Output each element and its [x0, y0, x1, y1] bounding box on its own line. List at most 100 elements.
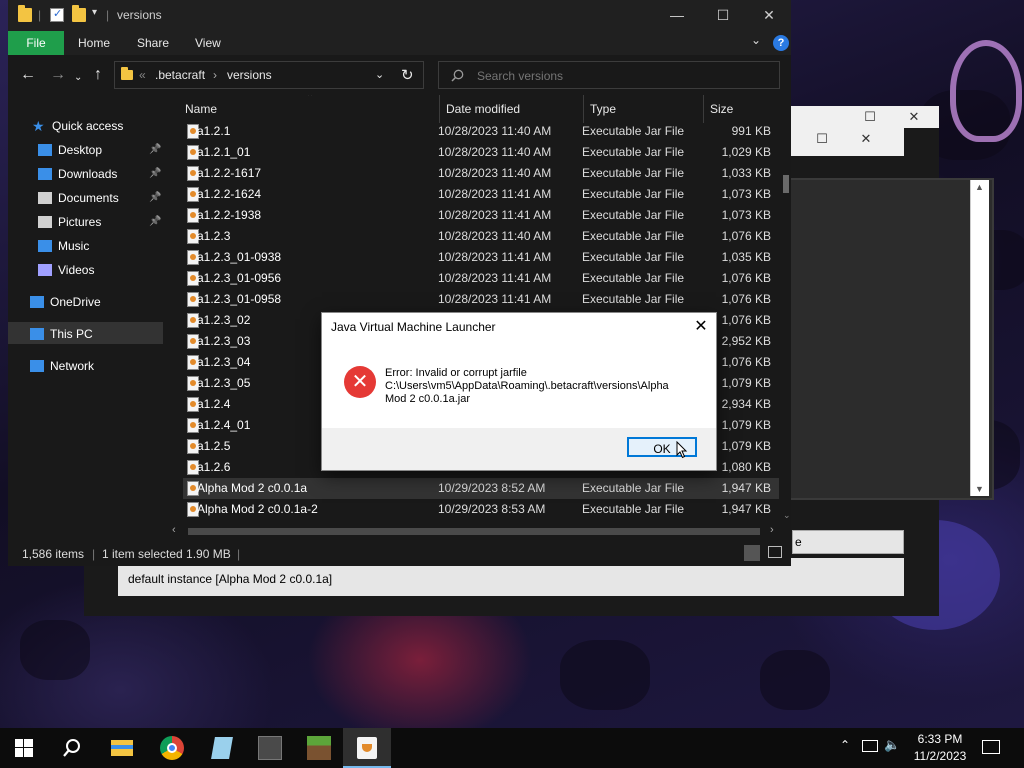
scroll-thumb[interactable]: [783, 175, 789, 193]
expand-ribbon-icon[interactable]: ⌄: [751, 33, 761, 47]
column-divider[interactable]: [703, 95, 704, 123]
show-hidden-icons-icon[interactable]: ⌃: [840, 738, 850, 752]
address-dropdown-icon[interactable]: ⌄: [375, 68, 384, 81]
notepad-icon[interactable]: [198, 728, 246, 768]
search-icon[interactable]: [48, 728, 96, 768]
help-icon[interactable]: ?: [773, 35, 789, 51]
java-icon[interactable]: [343, 728, 391, 768]
pin-icon[interactable]: 📌: [149, 211, 161, 233]
refresh-icon[interactable]: ↻: [401, 66, 414, 84]
maximize-icon[interactable]: ☐: [850, 106, 890, 128]
network-icon[interactable]: [862, 740, 878, 752]
minimize-icon[interactable]: —: [654, 0, 700, 31]
navigation-pane: ★ Quick access Desktop 📌 Downloads 📌 Documents…: [8, 95, 166, 540]
file-row[interactable]: a1.2.3_01-0958 10/28/2023 11:41 AM Executa…: [183, 289, 779, 310]
file-name: a1.2.6: [197, 460, 231, 474]
file-row[interactable]: a1.2.3_01-0938 10/28/2023 11:41 AM Executa…: [183, 247, 779, 268]
file-name: a1.2.4: [197, 397, 231, 411]
sidebar-item[interactable]: Desktop 📌: [38, 139, 163, 161]
close-icon[interactable]: ✕: [746, 0, 792, 31]
file-size: 2,952 KB: [721, 334, 771, 348]
file-row[interactable]: a1.2.3_01-0956 10/28/2023 11:41 AM Executa…: [183, 268, 779, 289]
launcher-scrollbar[interactable]: ▲ ▼: [970, 180, 989, 496]
file-row[interactable]: a1.2.2-1938 10/28/2023 11:41 AM Executable…: [183, 205, 779, 226]
breadcrumb-betacraft[interactable]: .betacraft: [155, 68, 205, 82]
file-row[interactable]: Alpha Mod 2 c0.0.1a-2 10/29/2023 8:53 AM E…: [183, 499, 779, 520]
sidebar-item[interactable]: Videos: [38, 259, 163, 281]
launcher-button[interactable]: e: [792, 530, 904, 554]
volume-muted-icon[interactable]: 🔈: [884, 737, 900, 753]
column-header-date[interactable]: Date modified: [446, 102, 520, 116]
file-row[interactable]: Alpha Mod 2 c0.0.1a 10/29/2023 8:52 AM Exe…: [183, 478, 779, 499]
sidebar-item[interactable]: ★ Quick access: [32, 115, 163, 137]
address-bar[interactable]: « .betacraft › versions ⌄ ↻: [114, 61, 424, 89]
close-icon[interactable]: ✕: [846, 128, 886, 150]
maximize-icon[interactable]: ☐: [802, 128, 842, 150]
scroll-thumb[interactable]: [188, 528, 760, 535]
sort-ascending-icon: ⌃: [306, 95, 315, 103]
customize-quick-access-icon[interactable]: ▾: [92, 7, 97, 18]
close-icon[interactable]: ✕: [894, 106, 934, 128]
file-row[interactable]: a1.2.1 10/28/2023 11:40 AM Executable Jar …: [183, 121, 779, 142]
scroll-down-icon[interactable]: ⌄: [783, 510, 791, 521]
minecraft-icon[interactable]: [295, 728, 343, 768]
scroll-right-icon[interactable]: ›: [770, 524, 774, 536]
back-icon[interactable]: ←: [20, 66, 36, 84]
column-header-size[interactable]: Size: [710, 102, 733, 116]
sidebar-item[interactable]: Pictures 📌: [38, 211, 163, 233]
sidebar-item[interactable]: This PC: [30, 323, 163, 345]
maximize-icon[interactable]: ☐: [700, 0, 746, 31]
tab-view[interactable]: View: [195, 31, 221, 55]
breadcrumb-versions[interactable]: versions: [227, 68, 272, 82]
start-icon[interactable]: [0, 728, 48, 768]
file-name: a1.2.4_01: [197, 418, 251, 432]
sidebar-item[interactable]: Downloads 📌: [38, 163, 163, 185]
pin-icon[interactable]: 📌: [149, 163, 161, 185]
sidebar-item[interactable]: Music: [38, 235, 163, 257]
sidebar-item[interactable]: Documents 📌: [38, 187, 163, 209]
scroll-up-icon[interactable]: ▲: [975, 182, 984, 192]
properties-icon[interactable]: [50, 7, 64, 22]
horizontal-scrollbar[interactable]: ‹ ›: [166, 523, 783, 540]
tab-share[interactable]: Share: [137, 31, 169, 55]
notifications-icon[interactable]: [982, 740, 1000, 754]
search-input[interactable]: [475, 66, 769, 86]
column-header-name[interactable]: Name: [185, 102, 217, 116]
chrome-icon[interactable]: [148, 728, 196, 768]
file-row[interactable]: a1.2.3 10/28/2023 11:40 AM Executable Jar …: [183, 226, 779, 247]
breadcrumb-more[interactable]: «: [139, 68, 146, 82]
column-header-type[interactable]: Type: [590, 102, 616, 116]
sidebar-item[interactable]: Network: [30, 355, 163, 377]
folder-icon[interactable]: [18, 5, 32, 22]
new-folder-icon[interactable]: [72, 5, 86, 22]
details-view-icon[interactable]: [744, 545, 760, 561]
file-date: 10/29/2023 8:53 AM: [438, 502, 546, 516]
column-divider[interactable]: [439, 95, 440, 123]
error-message-line: Mod 2 c0.0.1a.jar: [385, 393, 470, 405]
file-row[interactable]: a1.2.2-1617 10/28/2023 11:40 AM Executable…: [183, 163, 779, 184]
pin-icon[interactable]: 📌: [149, 187, 161, 209]
scroll-down-icon[interactable]: ▼: [975, 484, 984, 494]
scroll-left-icon[interactable]: ‹: [172, 524, 176, 536]
column-divider[interactable]: [583, 95, 584, 123]
forward-icon[interactable]: →: [50, 66, 66, 84]
large-icons-view-icon[interactable]: [768, 546, 782, 558]
sidebar-item-label: Documents: [58, 191, 119, 205]
tab-home[interactable]: Home: [78, 31, 110, 55]
minecraft-launcher-icon[interactable]: [246, 728, 294, 768]
ribbon-tabs: File Home Share View ⌄ ?: [8, 31, 791, 55]
tab-file[interactable]: File: [8, 31, 64, 55]
dialog-title: Java Virtual Machine Launcher: [331, 320, 496, 334]
clock[interactable]: 6:33 PM 11/2/2023: [905, 731, 975, 765]
sidebar-item[interactable]: OneDrive: [30, 291, 163, 313]
file-row[interactable]: a1.2.1_01 10/28/2023 11:40 AM Executable J…: [183, 142, 779, 163]
recent-locations-icon[interactable]: ⌄: [74, 69, 82, 87]
up-icon[interactable]: ↑: [94, 66, 102, 84]
vertical-scrollbar[interactable]: ⌄: [783, 95, 791, 523]
close-icon[interactable]: ✕: [690, 316, 712, 338]
file-explorer-icon[interactable]: [98, 728, 146, 768]
pin-icon[interactable]: 📌: [149, 139, 161, 161]
search-box[interactable]: [438, 61, 780, 89]
clock-time: 6:33 PM: [917, 732, 963, 746]
file-row[interactable]: a1.2.2-1624 10/28/2023 11:41 AM Executable…: [183, 184, 779, 205]
